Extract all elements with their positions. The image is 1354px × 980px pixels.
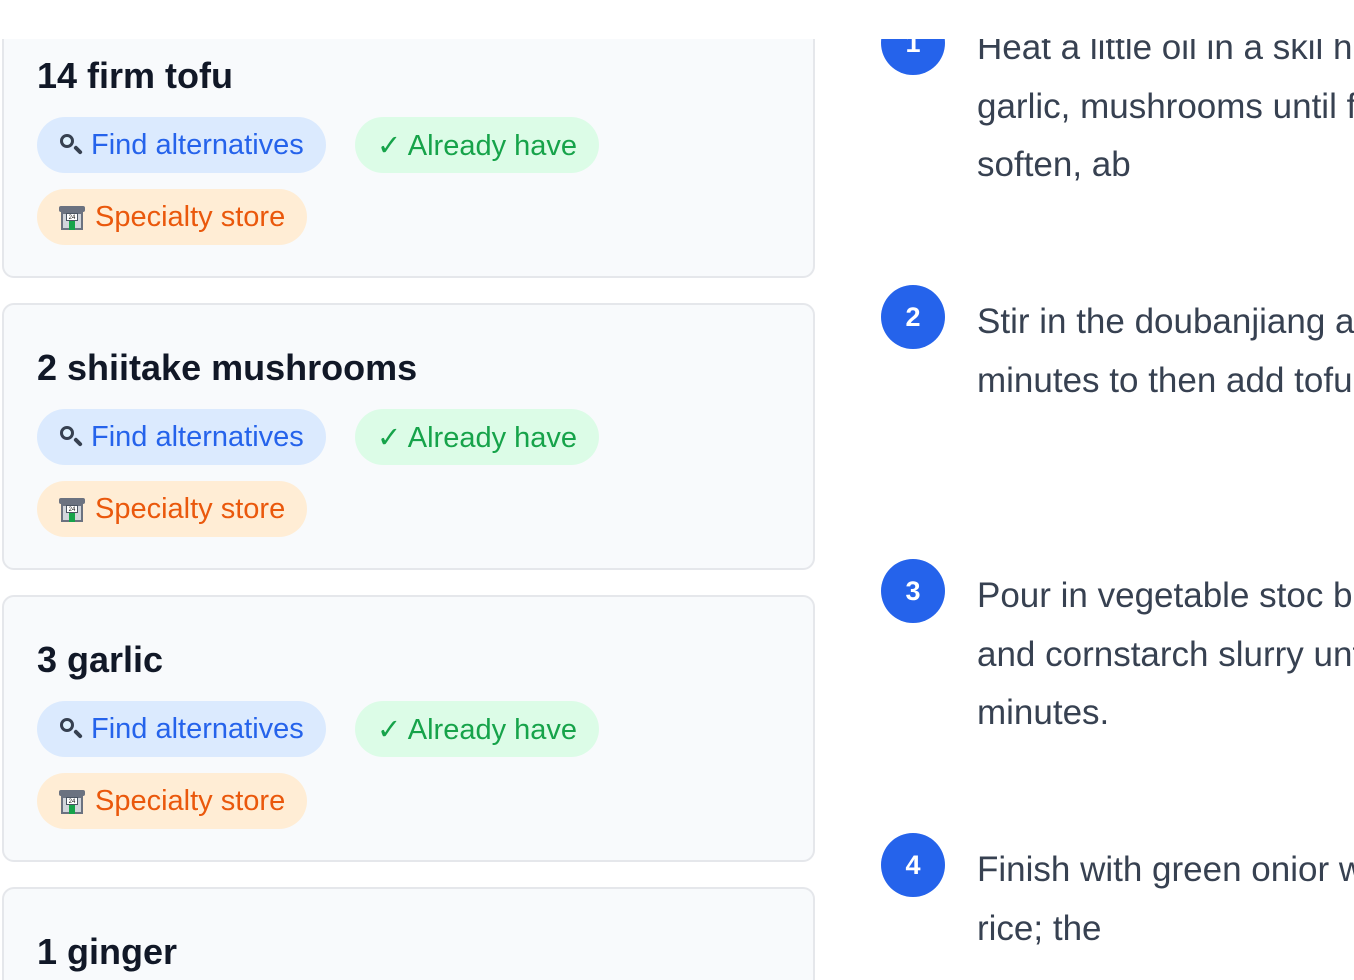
specialty-store-label: Specialty store xyxy=(95,200,286,233)
find-alternatives-button[interactable]: Find alternatives xyxy=(37,701,326,757)
convenience-store-icon: 24 xyxy=(59,496,85,522)
step-number-badge: 3 xyxy=(881,559,945,623)
convenience-store-icon: 24 xyxy=(59,204,85,230)
ingredient-card: 1 ginger xyxy=(2,887,815,980)
specialty-store-label: Specialty store xyxy=(95,784,286,817)
ingredient-name: 3 garlic xyxy=(37,639,164,680)
magnifier-icon xyxy=(59,425,83,449)
find-alternatives-label: Find alternatives xyxy=(91,420,304,453)
specialty-store-label: Specialty store xyxy=(95,492,286,525)
specialty-store-button[interactable]: 24 Specialty store xyxy=(37,773,308,829)
already-have-button[interactable]: ✓ Already have xyxy=(355,117,600,173)
already-have-button[interactable]: ✓ Already have xyxy=(355,409,600,465)
ingredient-card: 3 garlic Find alternatives ✓ Already hav… xyxy=(2,595,815,862)
step-text: Finish with green onior with steamed ric… xyxy=(977,850,1354,948)
magnifier-icon xyxy=(59,133,83,157)
already-have-label: ✓ Already have xyxy=(377,421,578,454)
top-bar xyxy=(0,0,1354,39)
step-text: Stir in the doubanjiang another 1–2 minu… xyxy=(977,302,1354,400)
magnifier-icon xyxy=(59,717,83,741)
already-have-label: ✓ Already have xyxy=(377,129,578,162)
convenience-store-icon: 24 xyxy=(59,788,85,814)
find-alternatives-label: Find alternatives xyxy=(91,712,304,745)
already-have-button[interactable]: ✓ Already have xyxy=(355,701,600,757)
find-alternatives-label: Find alternatives xyxy=(91,128,304,161)
ingredient-card: 14 firm tofu Find alternatives ✓ Already… xyxy=(2,0,815,278)
step-text: Pour in vegetable stoc bring to a simmer… xyxy=(977,576,1354,732)
find-alternatives-button[interactable]: Find alternatives xyxy=(37,117,326,173)
ingredient-name: 2 shiitake mushrooms xyxy=(37,347,418,388)
find-alternatives-button[interactable]: Find alternatives xyxy=(37,409,326,465)
specialty-store-button[interactable]: 24 Specialty store xyxy=(37,189,308,245)
step-number-badge: 4 xyxy=(881,833,945,897)
already-have-label: ✓ Already have xyxy=(377,713,578,746)
ingredient-list: 14 firm tofu Find alternatives ✓ Already… xyxy=(0,0,820,980)
ingredient-name: 14 firm tofu xyxy=(37,55,234,96)
specialty-store-button[interactable]: 24 Specialty store xyxy=(37,481,308,537)
ingredient-name: 1 ginger xyxy=(37,931,178,972)
step-number-badge: 2 xyxy=(881,285,945,349)
ingredient-card: 2 shiitake mushrooms Find alternatives ✓… xyxy=(2,303,815,570)
instruction-steps: 1 Heat a little oil in a skil heat and s… xyxy=(860,0,1354,980)
step-text: Heat a little oil in a skil heat and sau… xyxy=(977,28,1354,184)
